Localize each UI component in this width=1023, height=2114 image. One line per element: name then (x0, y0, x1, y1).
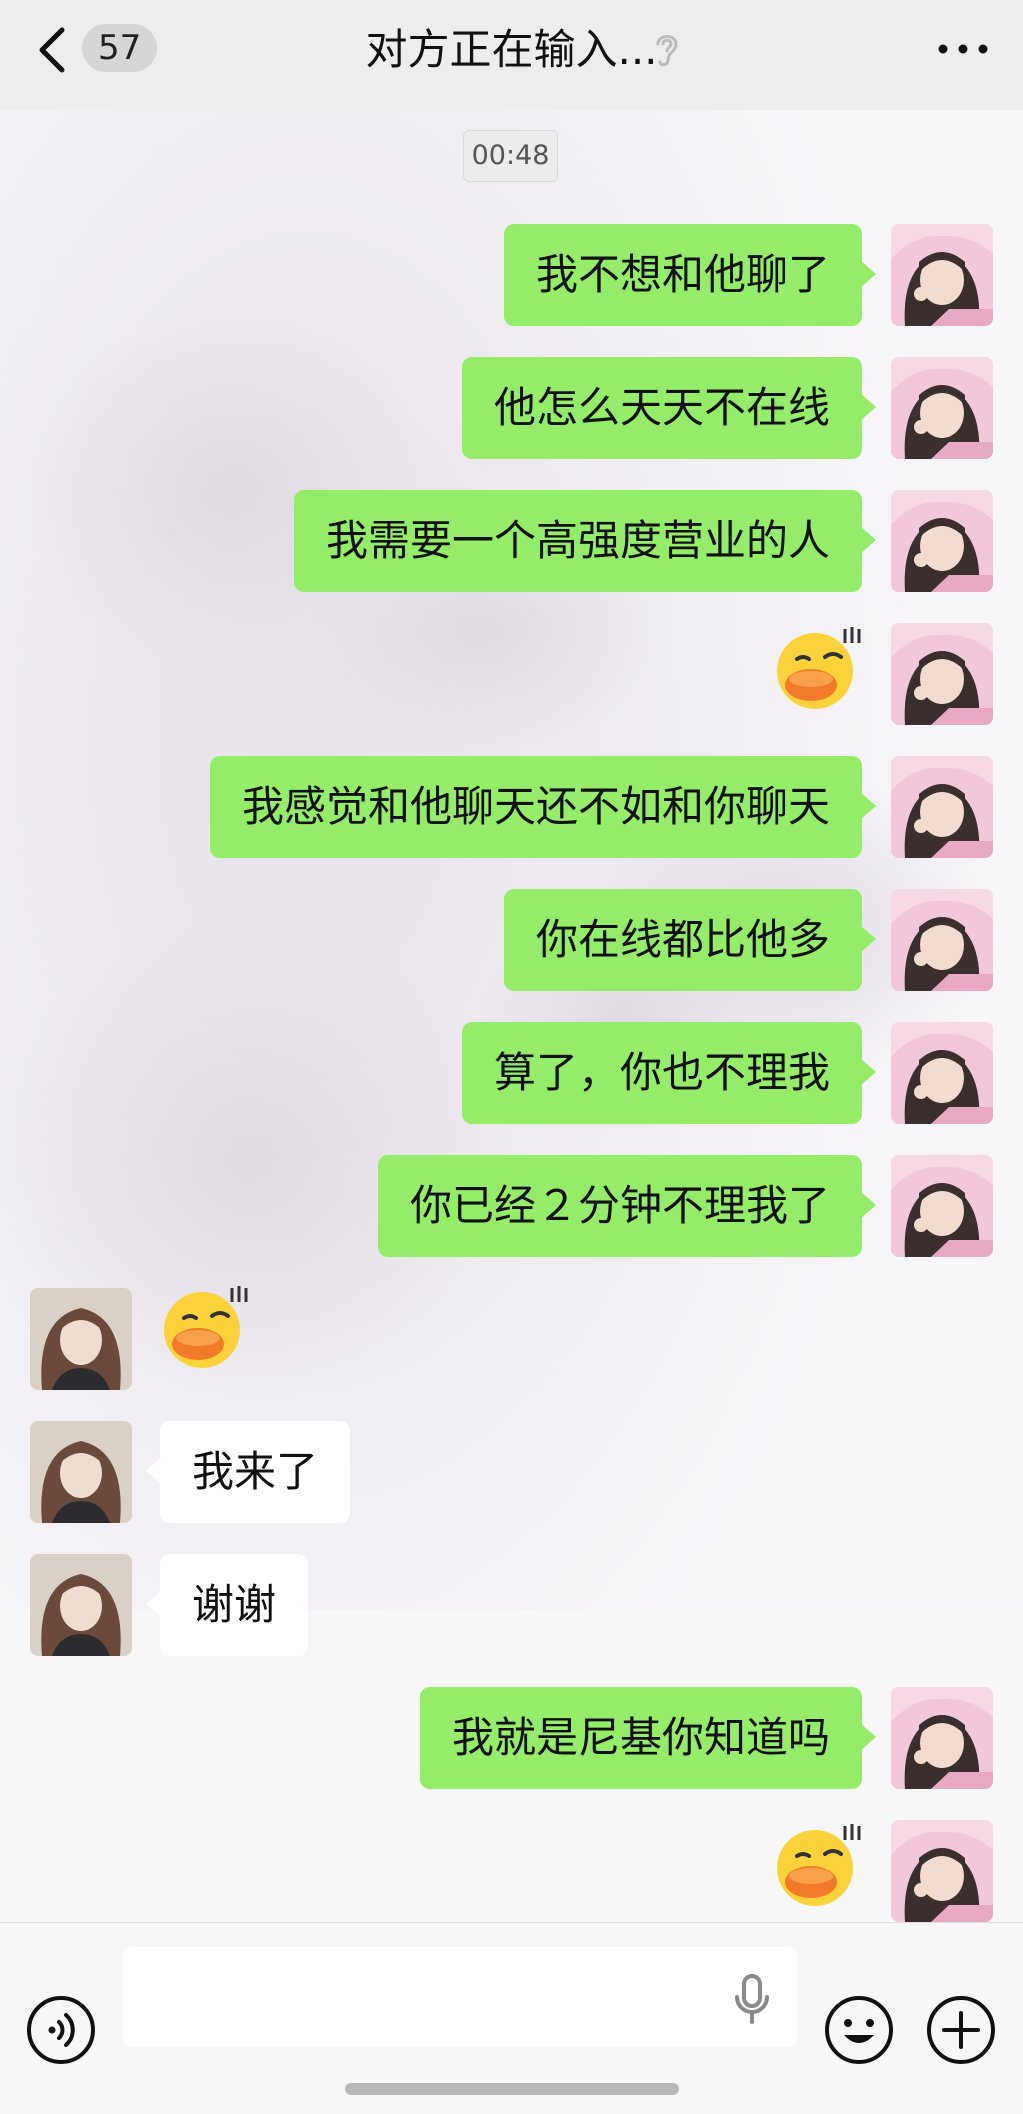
my-avatar[interactable] (891, 224, 993, 326)
my-avatar[interactable] (891, 756, 993, 858)
my-avatar[interactable] (891, 1022, 993, 1124)
message-bubble[interactable]: 我来了 (145, 1421, 351, 1523)
emoji-icon[interactable] (824, 1995, 894, 2065)
my-avatar[interactable] (891, 357, 993, 459)
outgoing-message: 他怎么天天不在线 (0, 357, 1023, 461)
message-list[interactable]: 00:48 我不想和他聊了他怎么天天不在线我需要一个高强度营业的人我感觉和他聊天… (0, 110, 1023, 1922)
contact-avatar[interactable] (30, 1421, 132, 1523)
my-avatar[interactable] (891, 490, 993, 592)
message-bubble[interactable]: 谢谢 (145, 1554, 309, 1656)
outgoing-message: 我不想和他聊了 (0, 224, 1023, 328)
duck-sticker-icon[interactable] (771, 623, 863, 713)
message-bubble[interactable]: 你已经２分钟不理我了 (377, 1155, 877, 1257)
chat-title: 对方正在输入... (365, 25, 658, 74)
outgoing-message: 你在线都比他多 (0, 889, 1023, 993)
incoming-message (0, 1286, 1023, 1392)
incoming-message: 谢谢 (0, 1554, 1023, 1658)
my-avatar[interactable] (891, 1820, 993, 1922)
my-avatar[interactable] (891, 1687, 993, 1789)
home-indicator (345, 2083, 679, 2095)
my-avatar[interactable] (891, 623, 993, 725)
contact-avatar[interactable] (30, 1288, 132, 1390)
message-bubble[interactable]: 我感觉和他聊天还不如和你聊天 (209, 756, 877, 858)
outgoing-message: 我需要一个高强度营业的人 (0, 490, 1023, 594)
message-bubble[interactable]: 算了，你也不理我 (461, 1022, 877, 1124)
duck-sticker-icon[interactable] (158, 1282, 250, 1372)
outgoing-message: 你已经２分钟不理我了 (0, 1155, 1023, 1259)
message-bubble[interactable]: 我需要一个高强度营业的人 (293, 490, 877, 592)
outgoing-message (0, 623, 1023, 727)
message-bubble[interactable]: 我就是尼基你知道吗 (419, 1687, 877, 1789)
plus-icon[interactable] (926, 1995, 996, 2065)
voice-icon[interactable] (26, 1995, 96, 2065)
outgoing-message: 我就是尼基你知道吗 (0, 1687, 1023, 1791)
message-input[interactable] (122, 1947, 798, 2047)
my-avatar[interactable] (891, 1155, 993, 1257)
outgoing-message (0, 1820, 1023, 1922)
outgoing-message: 算了，你也不理我 (0, 1022, 1023, 1126)
chat-screen: 57 对方正在输入... 00:48 我不想和他聊了 他怎么天天不在线 我需要一… (0, 0, 1023, 2114)
message-bubble[interactable]: 你在线都比他多 (503, 889, 877, 991)
input-bar (0, 1922, 1023, 2114)
contact-avatar[interactable] (30, 1554, 132, 1656)
mic-icon[interactable] (730, 1973, 774, 2025)
outgoing-message: 我感觉和他聊天还不如和你聊天 (0, 756, 1023, 860)
more-options-icon[interactable] (933, 34, 993, 64)
message-bubble[interactable]: 我不想和他聊了 (503, 224, 877, 326)
duck-sticker-icon[interactable] (771, 1820, 863, 1910)
my-avatar[interactable] (891, 889, 993, 991)
incoming-message: 我来了 (0, 1421, 1023, 1525)
message-bubble[interactable]: 他怎么天天不在线 (461, 357, 877, 459)
ear-icon (656, 35, 678, 67)
chat-header: 57 对方正在输入... (0, 0, 1023, 110)
timestamp-label: 00:48 (463, 130, 558, 182)
